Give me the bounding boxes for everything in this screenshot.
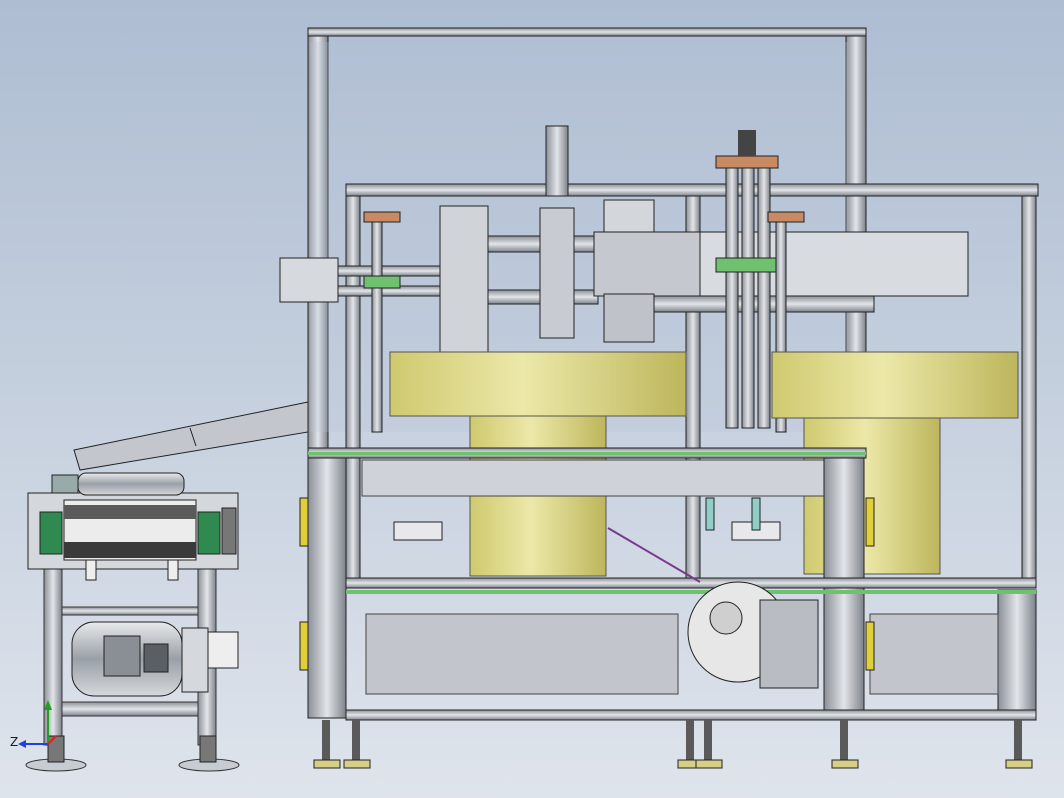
upper-post-3 bbox=[1021, 195, 1037, 581]
drive-pulley-hub bbox=[709, 601, 743, 635]
motor-nameplate bbox=[143, 643, 169, 673]
foot-pad bbox=[313, 759, 341, 769]
drum-left-top bbox=[389, 351, 687, 417]
latch-right-upper bbox=[865, 497, 875, 547]
lower-beam bbox=[345, 577, 1037, 589]
latch-left-lower bbox=[299, 621, 309, 671]
foot-pad bbox=[343, 759, 371, 769]
motor-shaft-pulley bbox=[207, 631, 239, 669]
control-block bbox=[593, 231, 705, 297]
foot-screw bbox=[322, 720, 330, 760]
guide-column-c bbox=[757, 167, 771, 429]
leveling-feet bbox=[313, 720, 1033, 769]
discharge-chute bbox=[73, 401, 309, 471]
motor-terminal-box bbox=[103, 635, 141, 677]
feed-roller bbox=[77, 472, 185, 496]
guide-column-b bbox=[741, 167, 755, 429]
motor-housing bbox=[759, 599, 819, 689]
spindle-column bbox=[539, 207, 575, 339]
crusher-bracket-b bbox=[167, 559, 179, 581]
foot-screw bbox=[686, 720, 694, 760]
foot-screw bbox=[704, 720, 712, 760]
foot-screw bbox=[1014, 720, 1022, 760]
lower-green-strip bbox=[346, 590, 1036, 594]
left-clamp-green bbox=[363, 275, 401, 289]
motor-flange bbox=[181, 627, 209, 693]
crusher-bearing-left bbox=[39, 511, 63, 555]
crusher-foot-stem-left bbox=[47, 735, 65, 763]
triad-z-arrow bbox=[18, 740, 26, 748]
latch-right-lower bbox=[865, 621, 875, 671]
vertical-actuator bbox=[439, 205, 489, 357]
foot-pad bbox=[831, 759, 859, 769]
upper-post-1 bbox=[345, 195, 361, 581]
crusher-bracket-a bbox=[85, 559, 97, 581]
column-clamp-green bbox=[715, 257, 779, 273]
crusher-base-rail bbox=[61, 701, 199, 717]
foot-pad bbox=[1005, 759, 1033, 769]
crusher-blade-band bbox=[64, 505, 196, 519]
copper-pad-right bbox=[767, 211, 805, 223]
triad-z-label: Z bbox=[10, 735, 19, 749]
crusher-mid-rail bbox=[61, 606, 199, 616]
machine-assembly-drawing bbox=[18, 27, 1039, 772]
copper-pad-top bbox=[715, 155, 779, 169]
table-fascia bbox=[361, 459, 825, 497]
crusher-unit bbox=[25, 401, 309, 772]
cad-viewport[interactable]: Z bbox=[0, 0, 1064, 798]
sensor-a bbox=[705, 497, 715, 531]
upper-frame-beam bbox=[345, 183, 1039, 197]
sensor-b bbox=[751, 497, 761, 531]
foot-screw bbox=[352, 720, 360, 760]
latch-left-upper bbox=[299, 497, 309, 547]
gearbox bbox=[603, 199, 655, 235]
crusher-bearing-right bbox=[197, 511, 221, 555]
copper-pad-left bbox=[363, 211, 401, 223]
cabinet-panel-left bbox=[365, 613, 679, 695]
control-block-lower bbox=[603, 293, 655, 343]
pusher-cylinder bbox=[279, 257, 339, 303]
drum-right-top bbox=[771, 351, 1019, 419]
feed-roller-cap bbox=[51, 474, 79, 494]
frame-leg-3 bbox=[997, 589, 1037, 719]
mast bbox=[545, 125, 569, 197]
crusher-rotor-band bbox=[64, 542, 196, 558]
left-column bbox=[371, 221, 383, 433]
clamp-knob bbox=[738, 130, 756, 156]
base-beam bbox=[345, 709, 1037, 721]
top-beam bbox=[307, 27, 867, 37]
main-machine bbox=[279, 27, 1039, 769]
cabinet-panel-right bbox=[869, 613, 999, 695]
crusher-pulley bbox=[221, 507, 237, 555]
crusher-leg-left bbox=[43, 564, 63, 746]
frame-leg-1 bbox=[307, 457, 347, 719]
guide-column-a bbox=[725, 167, 739, 429]
table-green-strip bbox=[308, 452, 866, 455]
foot-screw bbox=[840, 720, 848, 760]
crusher-foot-stem-right bbox=[199, 735, 217, 763]
handle-left bbox=[393, 521, 443, 541]
foot-pad bbox=[695, 759, 723, 769]
